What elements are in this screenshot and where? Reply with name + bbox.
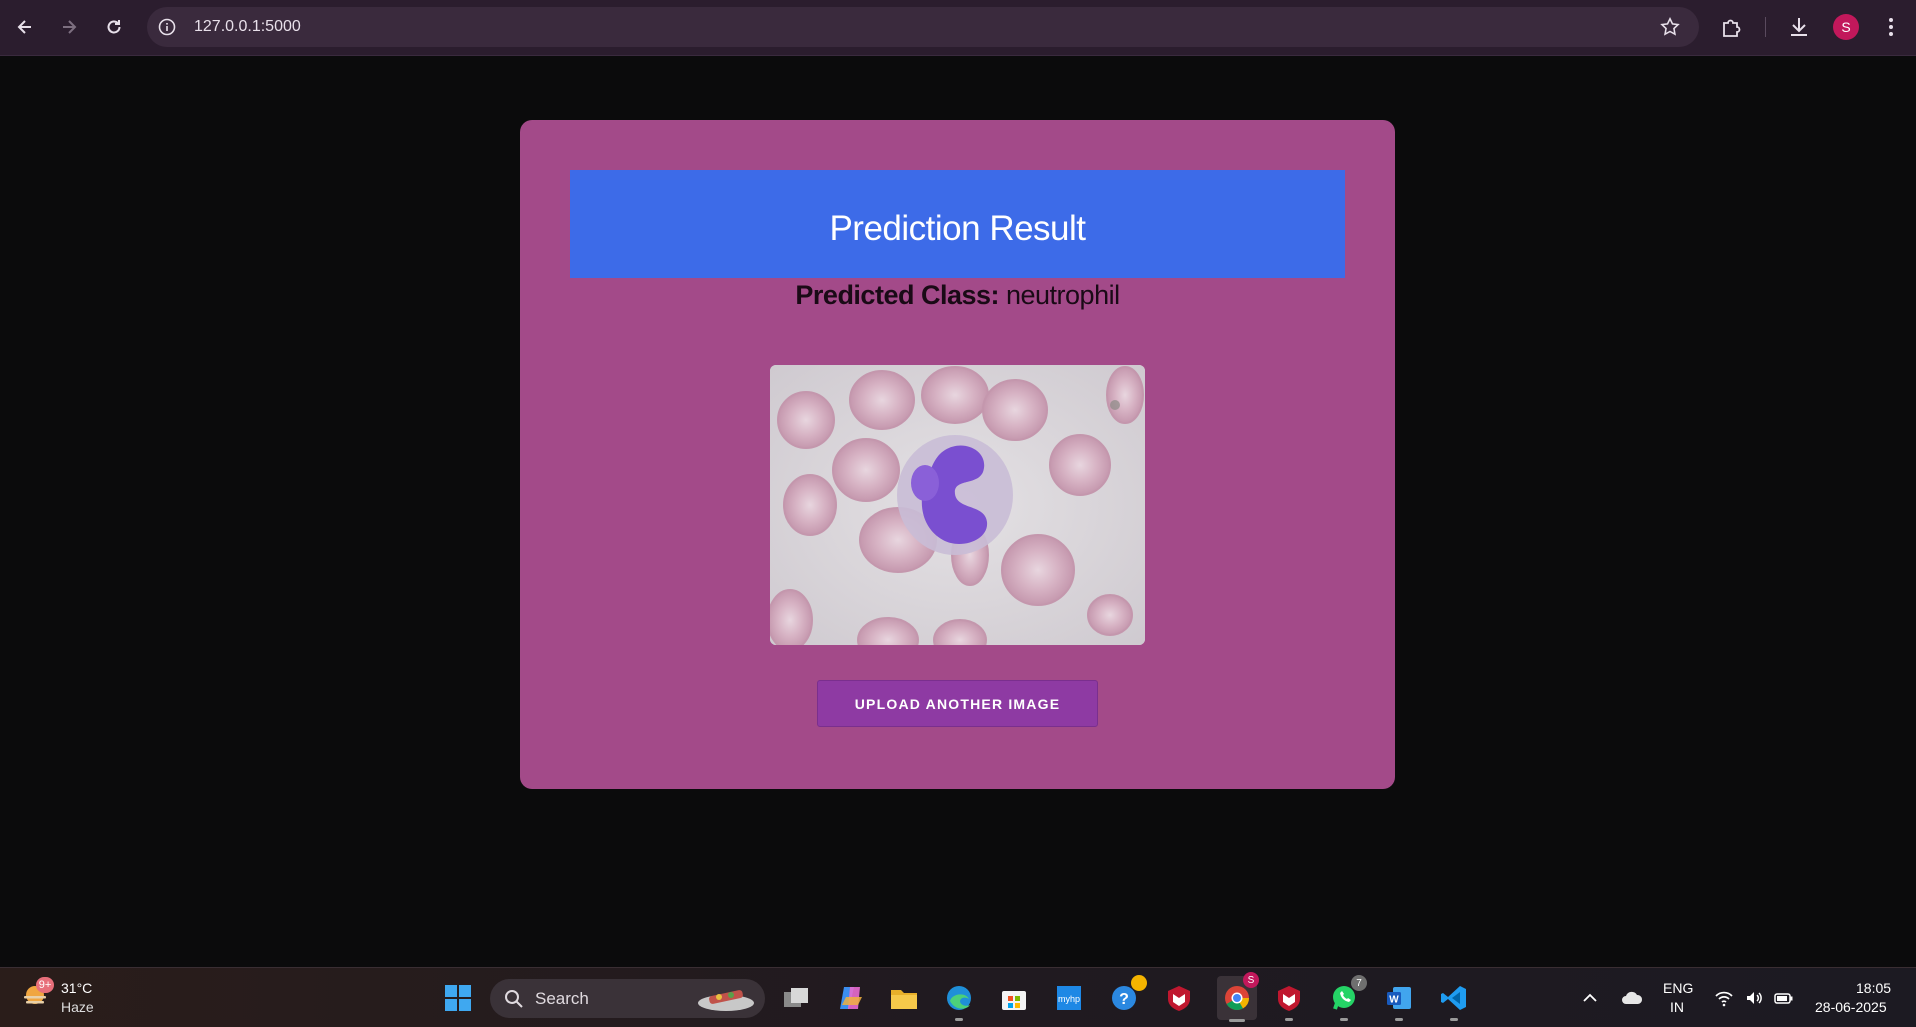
- active-indicator: [1229, 1019, 1245, 1022]
- running-indicator: [955, 1018, 963, 1021]
- vscode-icon: [1441, 986, 1466, 1010]
- more-menu-icon[interactable]: [1878, 14, 1904, 40]
- mcafee-button-2[interactable]: [1272, 981, 1306, 1021]
- word-icon: W: [1387, 987, 1411, 1009]
- mcafee-shield-icon: [1168, 986, 1190, 1011]
- predicted-class-value: neutrophil: [999, 280, 1120, 310]
- store-button[interactable]: [997, 981, 1031, 1015]
- myhp-icon: myhp: [1057, 986, 1081, 1010]
- weather-notification-badge: 9+: [36, 977, 54, 993]
- whatsapp-unread-badge: 7: [1351, 975, 1367, 991]
- taskbar-search[interactable]: Search: [490, 979, 765, 1018]
- uploaded-cell-image: [770, 365, 1145, 645]
- help-notification-dot: [1131, 975, 1147, 991]
- reload-button[interactable]: [99, 12, 129, 42]
- whatsapp-button[interactable]: 7: [1327, 975, 1367, 1021]
- bookmark-star-icon[interactable]: [1659, 16, 1681, 38]
- toolbar-separator: [1765, 17, 1766, 37]
- clock-date[interactable]: 28-06-2025: [1815, 999, 1887, 1015]
- prediction-text: Predicted Class: neutrophil: [520, 280, 1395, 311]
- svg-text:myhp: myhp: [1058, 994, 1080, 1004]
- mcafee-shield-icon: [1278, 986, 1300, 1011]
- myhp-button[interactable]: myhp: [1052, 981, 1086, 1015]
- search-icon: [505, 990, 523, 1008]
- predicted-class-label: Predicted Class:: [795, 280, 999, 310]
- forward-arrow-icon: [63, 20, 77, 34]
- windows-logo-icon: [445, 985, 471, 1011]
- upload-another-image-button[interactable]: UPLOAD ANOTHER IMAGE: [817, 680, 1098, 727]
- svg-text:?: ?: [1119, 991, 1129, 1008]
- copilot-button[interactable]: [834, 981, 868, 1015]
- back-arrow-icon: [17, 20, 31, 34]
- clock-time[interactable]: 18:05: [1856, 980, 1891, 996]
- search-label: Search: [535, 989, 589, 1008]
- blood-smear-illustration: [770, 365, 1145, 645]
- file-explorer-button[interactable]: [887, 981, 921, 1015]
- back-button[interactable]: [10, 12, 40, 42]
- chrome-profile-badge: S: [1243, 972, 1259, 988]
- word-button[interactable]: W: [1382, 981, 1416, 1021]
- windows-taskbar: 9+ 31°C Haze Search myhp ? S 7 W ENG IN …: [0, 967, 1916, 1027]
- weather-temperature[interactable]: 31°C: [61, 980, 92, 996]
- weather-condition[interactable]: Haze: [61, 999, 94, 1015]
- result-header: Prediction Result: [570, 170, 1345, 278]
- url-text[interactable]: 127.0.0.1:5000: [194, 18, 301, 36]
- address-bar[interactable]: 127.0.0.1:5000: [147, 7, 1699, 47]
- result-card: Prediction Result Predicted Class: neutr…: [520, 120, 1395, 789]
- task-view-icon: [784, 988, 808, 1007]
- download-icon[interactable]: [1786, 14, 1812, 40]
- microsoft-store-icon: [1002, 991, 1026, 1010]
- volume-icon[interactable]: [1744, 988, 1764, 1008]
- mcafee-button[interactable]: [1162, 981, 1196, 1015]
- language-indicator-line2[interactable]: IN: [1670, 999, 1684, 1015]
- running-indicator: [1395, 1018, 1403, 1021]
- battery-icon[interactable]: [1774, 988, 1794, 1008]
- task-view-button[interactable]: [779, 981, 813, 1015]
- language-indicator-line1[interactable]: ENG: [1663, 980, 1693, 996]
- edge-button[interactable]: [942, 981, 976, 1021]
- show-hidden-icons-chevron-icon[interactable]: [1580, 988, 1600, 1008]
- reload-icon: [107, 20, 121, 34]
- page-title: Prediction Result: [829, 209, 1086, 248]
- svg-text:W: W: [1389, 995, 1399, 1006]
- get-help-button[interactable]: ?: [1107, 975, 1147, 1015]
- running-indicator: [1340, 1018, 1348, 1021]
- wifi-icon[interactable]: [1714, 988, 1734, 1008]
- chrome-button[interactable]: S: [1217, 972, 1259, 1022]
- running-indicator: [1450, 1018, 1458, 1021]
- extensions-puzzle-icon[interactable]: [1719, 14, 1745, 40]
- folder-icon: [891, 990, 917, 1009]
- profile-avatar[interactable]: S: [1833, 14, 1859, 40]
- site-info-icon[interactable]: [157, 17, 177, 37]
- search-highlight-icon: [698, 990, 754, 1011]
- start-button[interactable]: [441, 981, 475, 1015]
- onedrive-cloud-icon[interactable]: [1620, 988, 1644, 1008]
- running-indicator: [1285, 1018, 1293, 1021]
- forward-button[interactable]: [54, 12, 84, 42]
- browser-toolbar: 127.0.0.1:5000 S: [0, 0, 1916, 56]
- vscode-button[interactable]: [1437, 981, 1471, 1021]
- copilot-icon: [840, 987, 862, 1009]
- edge-icon: [947, 986, 971, 1010]
